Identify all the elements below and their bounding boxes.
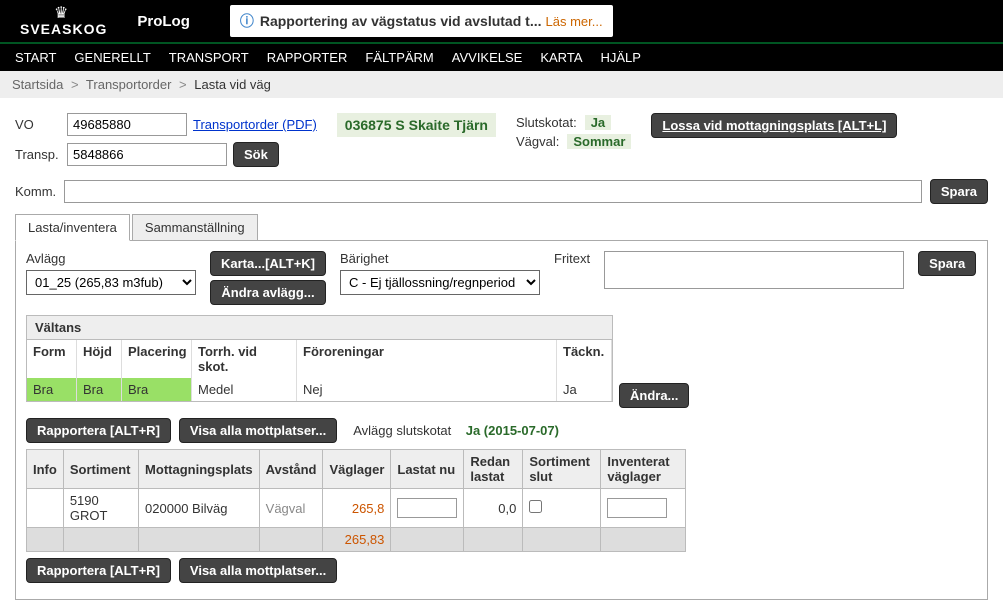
karta-button[interactable]: Karta...[ALT+K] — [210, 251, 326, 276]
vo-label: VO — [15, 117, 61, 132]
location-name: 036875 S Skaite Tjärn — [337, 113, 496, 137]
main-menu: START GENERELLT TRANSPORT RAPPORTER FÄLT… — [0, 42, 1003, 71]
menu-start[interactable]: START — [15, 50, 56, 65]
fritext-label: Fritext — [554, 251, 590, 266]
andra-avlagg-button[interactable]: Ändra avlägg... — [210, 280, 326, 305]
valtans-plac: Bra — [122, 378, 192, 401]
avlagg-select[interactable]: 01_25 (265,83 m3fub) — [26, 270, 196, 295]
menu-karta[interactable]: KARTA — [540, 50, 582, 65]
tab-lasta-inventera[interactable]: Lasta/inventera — [15, 214, 130, 241]
breadcrumb-transportorder[interactable]: Transportorder — [86, 77, 172, 92]
menu-avvikelse[interactable]: AVVIKELSE — [452, 50, 523, 65]
vagval-label: Vägval: — [516, 134, 559, 149]
valtans-h-torrh: Torrh. vid skot. — [192, 340, 297, 378]
breadcrumb: Startsida > Transportorder > Lasta vid v… — [0, 71, 1003, 98]
barighet-select[interactable]: C - Ej tjällossning/regnperiod — [340, 270, 540, 295]
avlagg-label: Avlägg — [26, 251, 196, 266]
valtans-tack: Ja — [557, 378, 612, 401]
tab-sammanstallning[interactable]: Sammanställning — [132, 214, 258, 240]
breadcrumb-current: Lasta vid väg — [194, 77, 271, 92]
th-inventerat: Inventerat väglager — [601, 450, 686, 489]
slutskotat-value: Ja — [585, 115, 611, 130]
crown-icon: ♛ — [54, 6, 68, 22]
valtans-form: Bra — [27, 378, 77, 401]
fritext-textarea[interactable] — [604, 251, 904, 289]
brand-text: SVEASKOG — [20, 22, 107, 36]
th-mottagningsplats: Mottagningsplats — [139, 450, 260, 489]
slutskotat-label: Slutskotat: — [516, 115, 577, 130]
sum-row: 265,83 — [27, 528, 686, 552]
cell-lastat — [391, 489, 464, 528]
sok-button[interactable]: Sök — [233, 142, 279, 167]
menu-faltparm[interactable]: FÄLTPÄRM — [365, 50, 433, 65]
valtans-title: Vältans — [27, 316, 612, 340]
valtans-h-plac: Placering — [122, 340, 192, 378]
andra-valtans-button[interactable]: Ändra... — [619, 383, 689, 408]
sortiment-table: Info Sortiment Mottagningsplats Avstånd … — [26, 449, 686, 552]
valtans-h-form: Form — [27, 340, 77, 378]
lossa-button[interactable]: Lossa vid mottagningsplats [ALT+L] — [651, 113, 897, 138]
lastat-input[interactable] — [397, 498, 457, 518]
th-avstand: Avstånd — [259, 450, 323, 489]
sum-vaglager: 265,83 — [323, 528, 391, 552]
transp-label: Transp. — [15, 147, 61, 162]
cell-info — [27, 489, 64, 528]
valtans-torrh: Medel — [192, 378, 297, 401]
th-lastat-nu: Lastat nu — [391, 450, 464, 489]
cell-redan: 0,0 — [464, 489, 523, 528]
menu-transport[interactable]: TRANSPORT — [169, 50, 249, 65]
brand-logo: ♛ SVEASKOG — [15, 6, 107, 36]
visa-mottplatser-button-bottom[interactable]: Visa alla mottplatser... — [179, 558, 337, 583]
vagval-value: Sommar — [567, 134, 631, 149]
notice-banner[interactable]: ⓘ Rapportering av vägstatus vid avslutad… — [230, 5, 613, 37]
rapportera-button-bottom[interactable]: Rapportera [ALT+R] — [26, 558, 171, 583]
transportorder-pdf-link[interactable]: Transportorder (PDF) — [193, 117, 317, 132]
app-name: ProLog — [137, 13, 190, 30]
spara-controls-button[interactable]: Spara — [918, 251, 976, 276]
th-vaglager: Väglager — [323, 450, 391, 489]
sortiment-slut-checkbox[interactable] — [529, 500, 542, 513]
komm-label: Komm. — [15, 184, 56, 199]
transp-input[interactable] — [67, 143, 227, 166]
valtans-box: Vältans Form Höjd Placering Torrh. vid s… — [26, 315, 613, 402]
valtans-h-tack: Täckn. — [557, 340, 612, 378]
menu-hjalp[interactable]: HJÄLP — [601, 50, 641, 65]
cell-mottagningsplats: 020000 Bilväg — [139, 489, 260, 528]
th-redan-lastat: Redan lastat — [464, 450, 523, 489]
cell-inventerat — [601, 489, 686, 528]
valtans-foro: Nej — [297, 378, 557, 401]
menu-generellt[interactable]: GENERELLT — [74, 50, 150, 65]
valtans-h-hojd: Höjd — [77, 340, 122, 378]
table-row: 5190 GROT 020000 Bilväg Vägval 265,8 0,0 — [27, 489, 686, 528]
valtans-hojd: Bra — [77, 378, 122, 401]
spara-komm-button[interactable]: Spara — [930, 179, 988, 204]
th-sortiment-slut: Sortiment slut — [523, 450, 601, 489]
cell-avstand[interactable]: Vägval — [259, 489, 323, 528]
notice-link[interactable]: Läs mer... — [546, 14, 603, 29]
vo-input[interactable] — [67, 113, 187, 136]
valtans-h-foro: Föroreningar — [297, 340, 557, 378]
barighet-label: Bärighet — [340, 251, 540, 266]
info-icon: ⓘ — [240, 11, 254, 31]
komm-input[interactable] — [64, 180, 922, 203]
breadcrumb-start[interactable]: Startsida — [12, 77, 63, 92]
inventerat-input[interactable] — [607, 498, 667, 518]
th-sortiment: Sortiment — [63, 450, 138, 489]
cell-sortiment: 5190 GROT — [63, 489, 138, 528]
th-info: Info — [27, 450, 64, 489]
notice-text: Rapportering av vägstatus vid avslutad t… — [260, 13, 542, 29]
rapportera-button-top[interactable]: Rapportera [ALT+R] — [26, 418, 171, 443]
avlagg-slutskotat-value: Ja (2015-07-07) — [466, 423, 559, 438]
visa-mottplatser-button-top[interactable]: Visa alla mottplatser... — [179, 418, 337, 443]
cell-vaglager: 265,8 — [323, 489, 391, 528]
menu-rapporter[interactable]: RAPPORTER — [267, 50, 348, 65]
cell-slut — [523, 489, 601, 528]
avlagg-slutskotat-label: Avlägg slutskotat — [353, 423, 451, 438]
